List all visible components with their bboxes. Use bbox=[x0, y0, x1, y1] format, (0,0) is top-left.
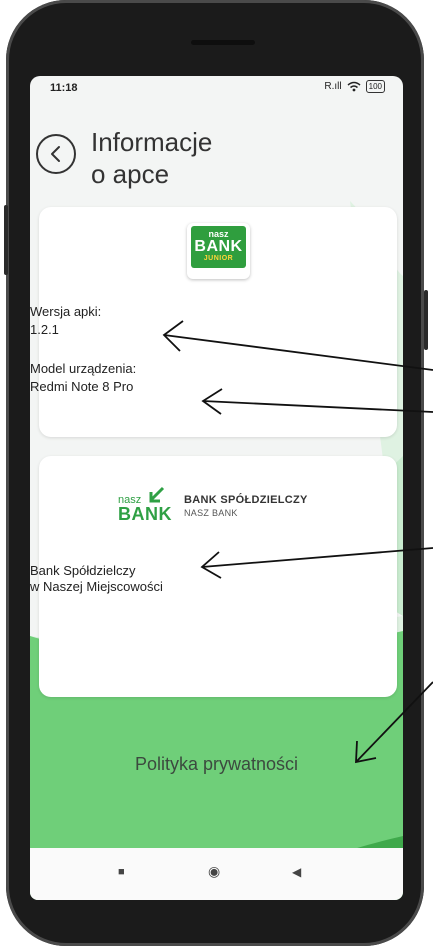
annotation-arrow-version bbox=[162, 320, 433, 371]
annotation-arrows bbox=[162, 320, 433, 764]
annotation-arrow-privacy bbox=[355, 681, 433, 764]
annotation-arrow-device bbox=[201, 388, 433, 415]
annotation-arrow-bank bbox=[200, 547, 433, 579]
